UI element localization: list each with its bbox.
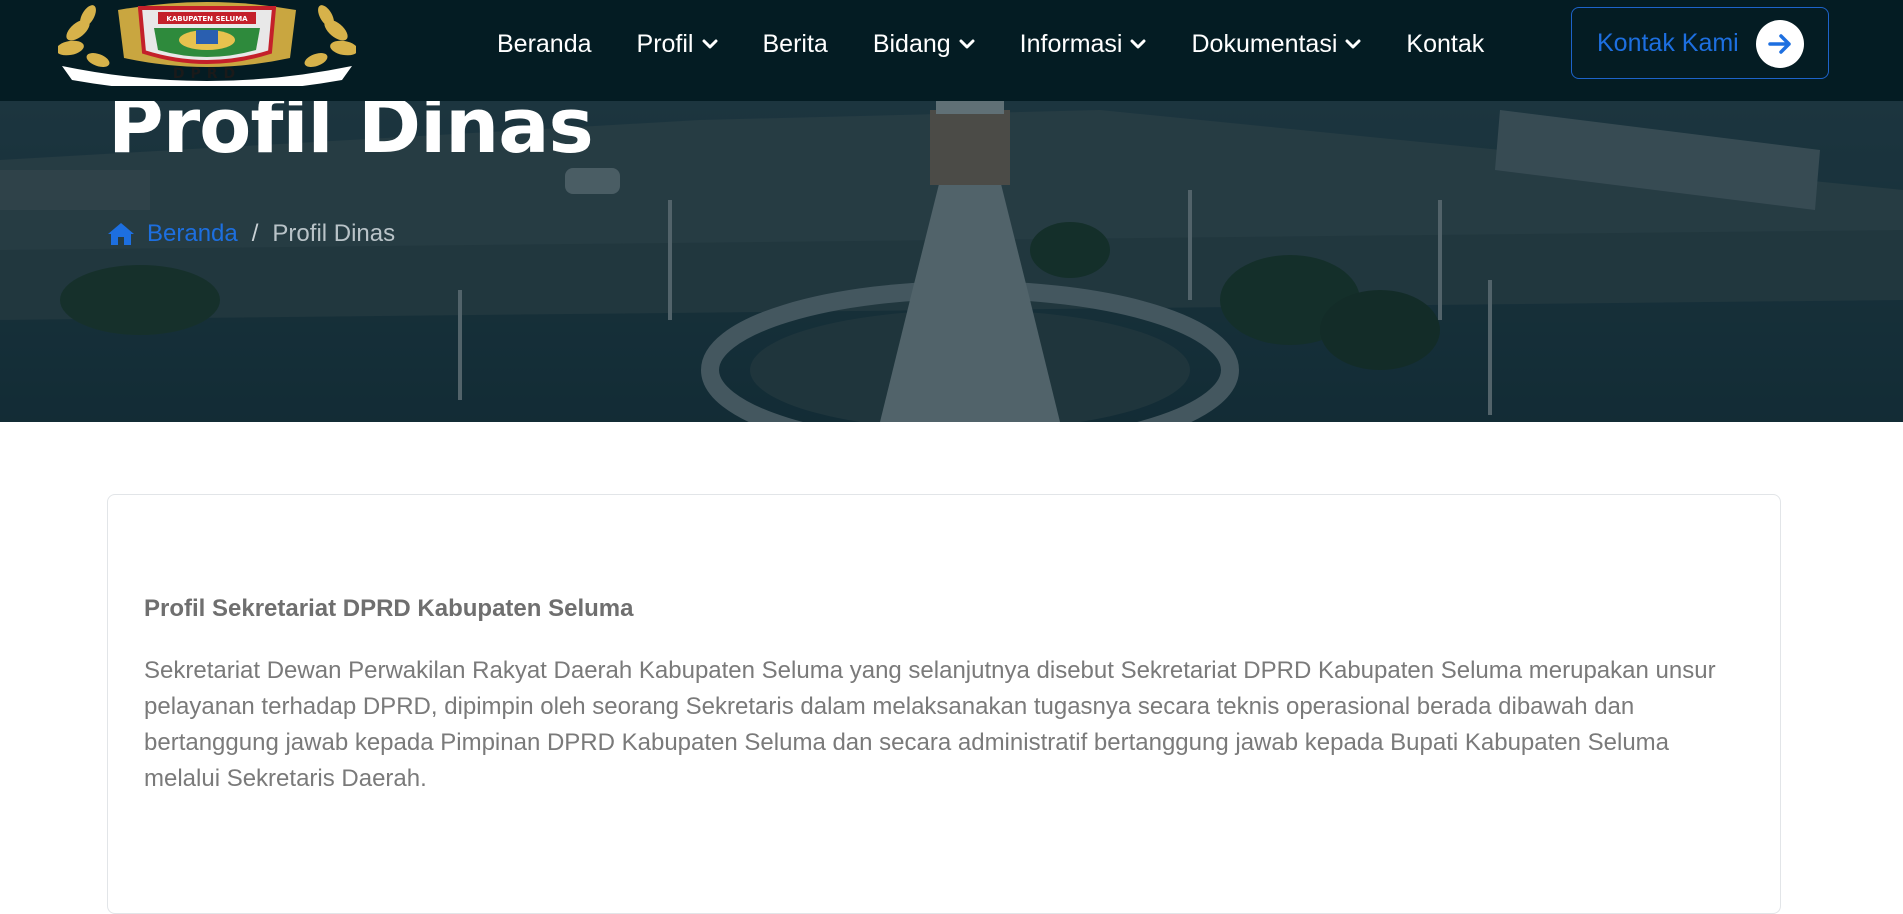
logo-ribbon-text: DPRD: [173, 66, 241, 82]
breadcrumb-current: Profil Dinas: [272, 220, 396, 247]
profile-card: Profil Sekretariat DPRD Kabupaten Seluma…: [107, 494, 1781, 914]
nav-item-label: Profil: [636, 29, 694, 58]
logo-banner-text: KABUPATEN SELUMA: [166, 15, 248, 23]
nav-item-label: Kontak: [1406, 29, 1485, 58]
nav-item-label: Beranda: [497, 29, 592, 58]
nav-item-label: Berita: [762, 29, 828, 58]
breadcrumb-separator: /: [251, 220, 259, 247]
main-nav: Beranda Profil Berita Bidang Informasi D…: [497, 0, 1484, 88]
nav-item-profil[interactable]: Profil: [637, 30, 718, 59]
nav-item-label: Bidang: [872, 29, 951, 58]
cta-icon-circle: [1756, 20, 1804, 68]
arrow-right-icon: [1768, 34, 1791, 54]
nav-item-berita[interactable]: Berita: [763, 30, 828, 59]
home-icon: [108, 223, 134, 245]
chevron-down-icon: [1130, 39, 1146, 49]
dprd-seluma-logo[interactable]: DPRD KABUPATEN SELUMA: [58, 0, 356, 86]
nav-item-informasi[interactable]: Informasi: [1020, 30, 1147, 59]
chevron-down-icon: [702, 39, 717, 49]
nav-item-label: Informasi: [1019, 29, 1123, 58]
profile-description: Sekretariat Dewan Perwakilan Rakyat Daer…: [144, 657, 1716, 792]
nav-item-bidang[interactable]: Bidang: [873, 30, 975, 59]
breadcrumb-home-label: Beranda: [147, 220, 238, 247]
contact-us-button[interactable]: Kontak Kami: [1571, 7, 1829, 79]
site-navbar: DPRD KABUPATEN SELUMA Beranda Profil Ber…: [0, 0, 1903, 101]
nav-item-kontak[interactable]: Kontak: [1406, 30, 1484, 59]
breadcrumb: Beranda / Profil Dinas: [107, 220, 395, 248]
breadcrumb-home-link[interactable]: Beranda: [107, 220, 238, 248]
nav-item-dokumentasi[interactable]: Dokumentasi: [1191, 30, 1361, 59]
chevron-down-icon: [1345, 39, 1361, 49]
nav-item-label: Dokumentasi: [1191, 29, 1338, 58]
contact-us-label: Kontak Kami: [1597, 28, 1739, 57]
profile-heading: Profil Sekretariat DPRD Kabupaten Seluma: [144, 595, 634, 622]
nav-item-beranda[interactable]: Beranda: [497, 30, 592, 59]
chevron-down-icon: [959, 39, 975, 49]
